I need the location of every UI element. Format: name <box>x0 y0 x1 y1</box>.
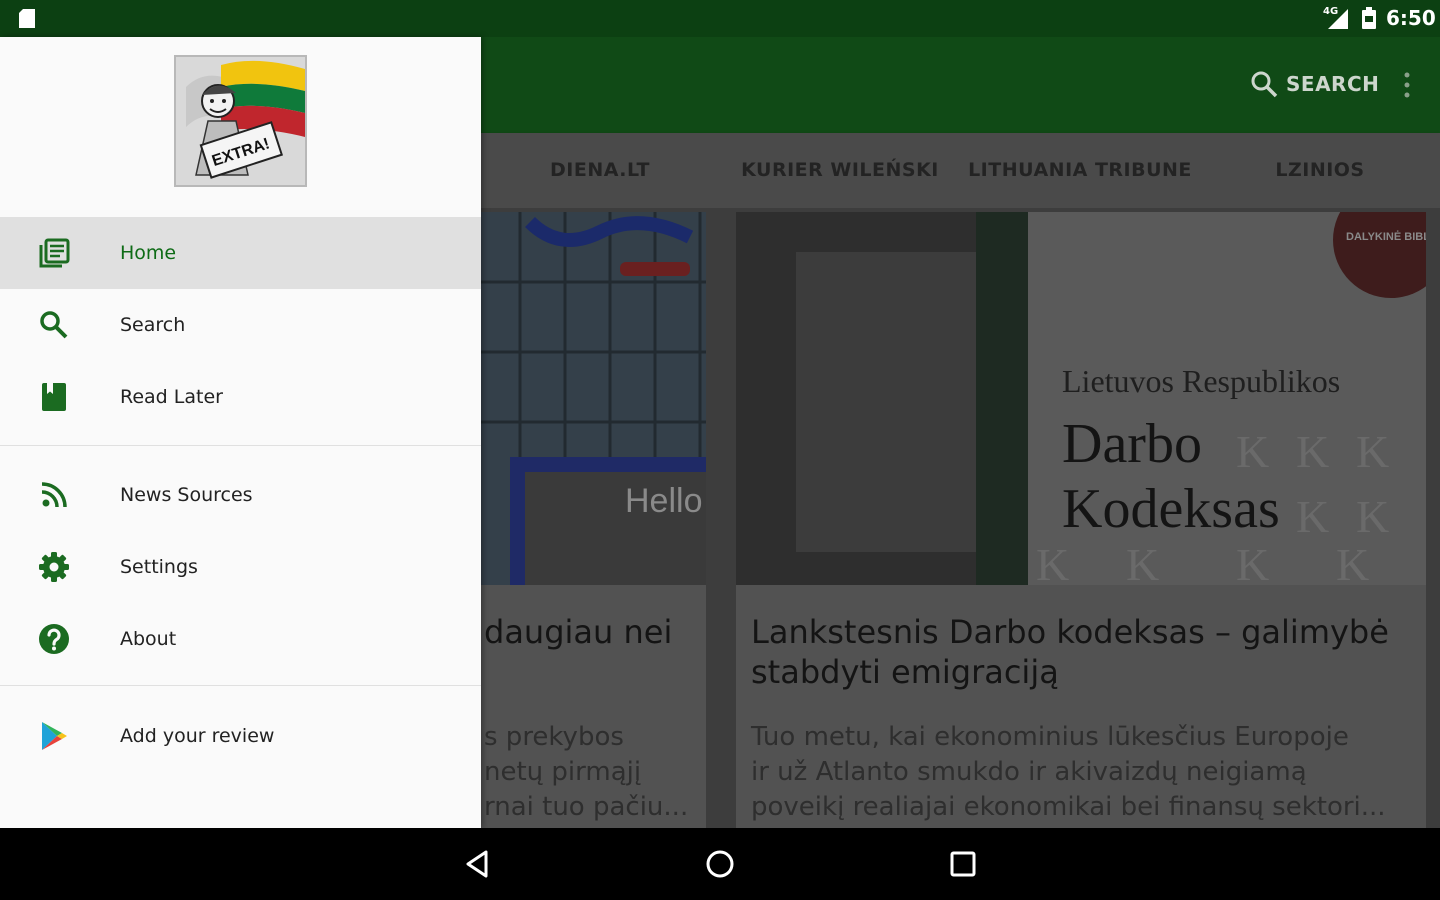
drawer-item-label: Search <box>120 314 186 336</box>
article-desc-line: Tuo metu, kai ekonominius lūkesčius Euro… <box>751 722 1349 752</box>
tab-diena[interactable]: DIENA.LT <box>520 133 680 208</box>
article-card[interactable]: DALYKINĖ BIBLIOTEKA Lietuvos Respublikos… <box>736 212 1426 828</box>
svg-text:K: K <box>1356 426 1389 477</box>
drawer-divider <box>0 685 481 686</box>
article-image: DALYKINĖ BIBLIOTEKA Lietuvos Respublikos… <box>736 212 1426 585</box>
status-bar: 4G 6:50 <box>0 0 1440 37</box>
bookmark-book-icon <box>42 383 66 411</box>
drawer-item-label: About <box>120 628 177 650</box>
search-icon <box>40 311 68 339</box>
drawer-item-search[interactable]: Search <box>0 289 481 361</box>
svg-text:K: K <box>1126 539 1159 585</box>
svg-text:K: K <box>1236 426 1269 477</box>
article-desc-line: ir už Atlanto smukdo ir akivaizdų neigia… <box>751 757 1307 787</box>
drawer-item-about[interactable]: About <box>0 603 481 675</box>
tab-lithuania-tribune[interactable]: LITHUANIA TRIBUNE <box>965 133 1195 208</box>
article-desc-line: netų pirmąjį <box>484 757 642 787</box>
drawer-item-news-sources[interactable]: News Sources <box>0 459 481 531</box>
system-navigation-bar <box>0 828 1440 900</box>
svg-text:K: K <box>1236 539 1269 585</box>
drawer-item-add-review[interactable]: Add your review <box>0 700 481 772</box>
tab-kurier-wilenski[interactable]: KURIER WILEŃSKI <box>740 133 940 208</box>
sd-card-icon <box>19 9 35 28</box>
drawer-item-label: News Sources <box>120 484 253 506</box>
badge-text: DALYKINĖ BIBLIOTEKA <box>1346 230 1426 243</box>
signal-icon <box>1328 9 1348 29</box>
overflow-menu-icon[interactable] <box>1398 70 1416 100</box>
gear-icon <box>39 552 69 582</box>
svg-text:K: K <box>1296 426 1329 477</box>
drawer-item-label: Add your review <box>120 725 275 747</box>
drawer-item-label: Read Later <box>120 386 223 408</box>
home-icon[interactable] <box>704 848 736 880</box>
article-title: daugiau nei <box>484 613 673 651</box>
drawer-item-label: Settings <box>120 556 198 578</box>
article-desc-line: poveikį realiajai ekonomikai bei finansų… <box>751 792 1386 822</box>
app-logo: EXTRA! <box>174 55 307 187</box>
play-store-icon <box>42 722 67 750</box>
svg-text:K: K <box>1336 539 1369 585</box>
book-line2: Darbo <box>1062 413 1202 475</box>
drawer-divider <box>0 445 481 446</box>
back-icon[interactable] <box>462 848 494 880</box>
search-label: SEARCH <box>1286 72 1380 96</box>
newspaper-icon <box>39 238 70 268</box>
drawer-item-settings[interactable]: Settings <box>0 531 481 603</box>
battery-icon <box>1362 7 1376 29</box>
article-title: Lankstesnis Darbo kodeksas – galimybė st… <box>751 613 1389 691</box>
drawer-item-home[interactable]: Home <box>0 217 481 289</box>
book-line1: Lietuvos Respublikos <box>1062 363 1340 399</box>
tab-lzinios[interactable]: LZINIOS <box>1245 133 1395 208</box>
svg-text:K: K <box>1296 491 1329 542</box>
rss-icon <box>41 482 67 508</box>
svg-text:K: K <box>1356 491 1389 542</box>
navigation-drawer: EXTRA! Home Search Read Later News Sourc… <box>0 37 481 828</box>
clock: 6:50 <box>1386 6 1436 30</box>
drawer-item-label: Home <box>120 242 177 264</box>
svg-text:K: K <box>1036 539 1069 585</box>
article-desc-line: rnai tuo pačiu... <box>484 792 689 822</box>
help-circle-icon <box>39 624 69 654</box>
store-sign: Hello <box>625 482 702 520</box>
app-search-button[interactable]: SEARCH <box>1250 69 1379 99</box>
book-line3: Kodeksas <box>1062 478 1280 540</box>
recents-icon[interactable] <box>947 848 979 880</box>
search-icon <box>1251 71 1278 98</box>
drawer-item-read-later[interactable]: Read Later <box>0 361 481 433</box>
article-desc-line: s prekybos <box>484 722 624 752</box>
